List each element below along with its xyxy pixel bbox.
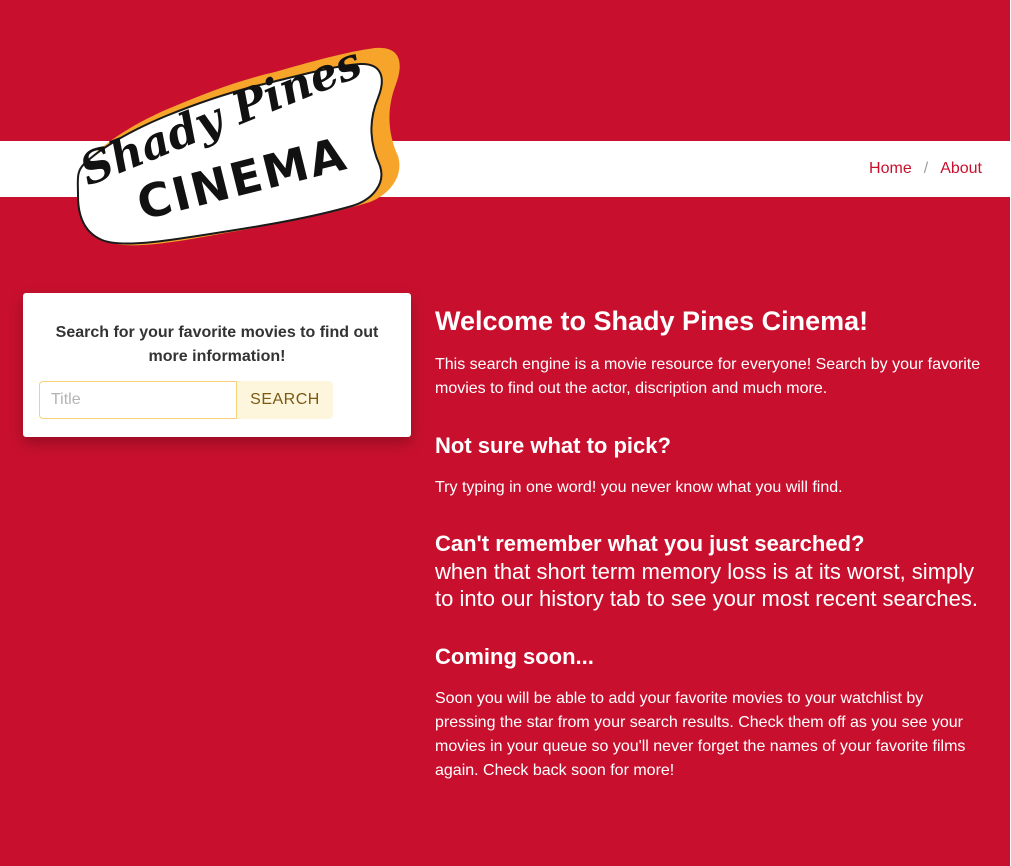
pick-heading: Not sure what to pick? (435, 433, 671, 458)
nav-separator: / (923, 160, 929, 177)
coming-soon-heading: Coming soon... (435, 644, 594, 669)
nav-breadcrumb: Home / About (869, 141, 982, 197)
cinema-logo[interactable]: Shady Pines CINEMA (70, 44, 405, 249)
search-card: Search for your favorite movies to find … (23, 293, 411, 437)
nav-home-link[interactable]: Home (869, 160, 912, 178)
remember-text: when that short term memory loss is at i… (435, 559, 978, 611)
search-card-heading: Search for your favorite movies to find … (55, 324, 379, 365)
main-content: Welcome to Shady Pines Cinema! This sear… (435, 303, 983, 783)
intro-text: This search engine is a movie resource f… (435, 356, 981, 397)
pick-text: Try typing in one word! you never know w… (435, 479, 843, 496)
nav-about-link[interactable]: About (940, 160, 982, 178)
page-title: Welcome to Shady Pines Cinema! (435, 306, 869, 336)
search-button[interactable]: SEARCH (237, 381, 333, 419)
remember-heading: Can't remember what you just searched? (435, 531, 865, 556)
page: Home / About Shady Pines CINEMA Search f… (0, 0, 1011, 866)
search-title-input[interactable] (39, 381, 237, 419)
coming-soon-text: Soon you will be able to add your favori… (435, 690, 966, 779)
